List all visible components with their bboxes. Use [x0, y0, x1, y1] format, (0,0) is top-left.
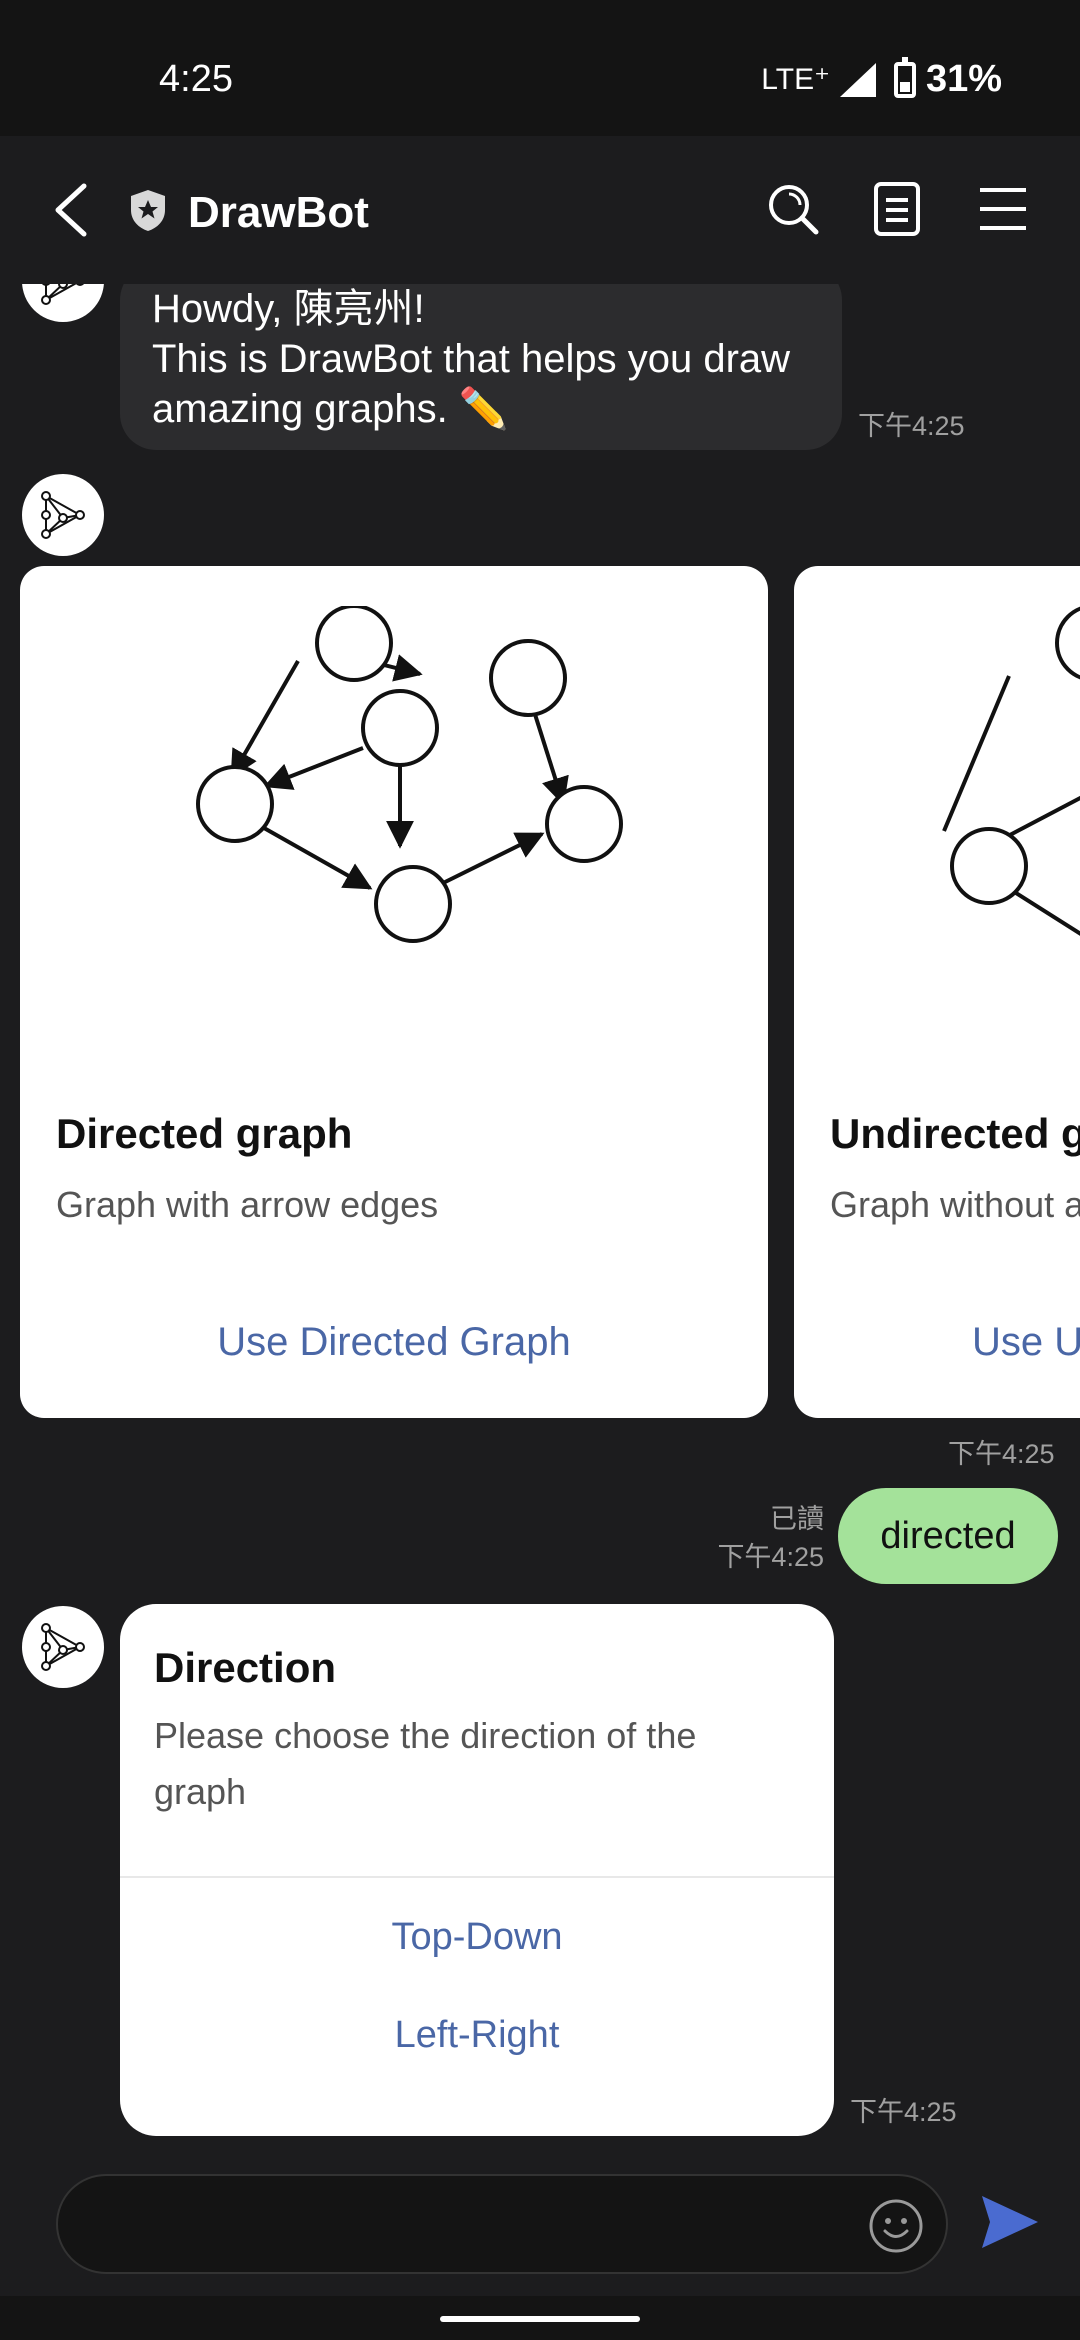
- chat-area[interactable]: Howdy, 陳亮州! This is DrawBot that helps y…: [0, 284, 1080, 2154]
- bot-avatar-icon: [41, 1623, 85, 1671]
- left-right-button[interactable]: Left-Right: [120, 2014, 834, 2057]
- read-label: 已讀: [770, 1504, 824, 1534]
- message-time: 下午4:25: [717, 1542, 824, 1572]
- notes-icon[interactable]: [868, 180, 926, 238]
- use-undirected-graph-button[interactable]: Use U: [972, 1320, 1080, 1365]
- card-title: Directed graph: [56, 1110, 353, 1157]
- carousel-card-directed[interactable]: Directed graph Graph with arrow edges Us…: [20, 566, 768, 1418]
- divider: [120, 1876, 834, 1878]
- bot-avatar[interactable]: [22, 284, 104, 322]
- search-icon[interactable]: [764, 180, 822, 238]
- use-directed-graph-button[interactable]: Use Directed Graph: [20, 1320, 768, 1365]
- status-time: 4:25: [159, 58, 233, 100]
- menu-icon[interactable]: [974, 180, 1032, 238]
- card-title: Undirected g: [830, 1110, 1080, 1157]
- home-indicator[interactable]: [440, 2316, 640, 2322]
- message-time: 下午4:25: [948, 1439, 1055, 1469]
- system-nav-bar: [0, 2296, 1080, 2340]
- send-icon[interactable]: [978, 2190, 1042, 2254]
- message-input-bar: [0, 2154, 1080, 2296]
- greeting-line: Howdy, 陳亮州!: [152, 287, 425, 331]
- network-label: LTE⁺: [761, 63, 830, 96]
- user-message-text: directed: [880, 1514, 1016, 1557]
- carousel-card-undirected[interactable]: Undirected g Graph without a Use U: [794, 566, 1080, 1418]
- back-icon[interactable]: [48, 182, 96, 238]
- bot-avatar-icon: [41, 284, 84, 305]
- direction-card: Direction Please choose the direction of…: [120, 1604, 834, 2136]
- status-indicators: LTE⁺ 31%: [761, 56, 1002, 101]
- battery-icon: [893, 56, 916, 98]
- greeting-line: amazing graphs. ✏️: [152, 387, 509, 431]
- bot-greeting-bubble: Howdy, 陳亮州! This is DrawBot that helps y…: [120, 284, 842, 450]
- card-subtitle: Graph with arrow edges: [56, 1184, 439, 1225]
- bot-avatar-icon: [41, 491, 85, 539]
- undirected-graph-illustration: [942, 606, 1080, 936]
- read-receipt: 已讀 下午4:25: [717, 1500, 824, 1576]
- top-down-button[interactable]: Top-Down: [120, 1916, 834, 1959]
- signal-icon: [839, 62, 876, 97]
- bot-avatar[interactable]: [22, 1606, 104, 1688]
- message-input[interactable]: [56, 2174, 948, 2274]
- directed-graph-illustration: [196, 606, 623, 943]
- emoji-icon[interactable]: [868, 2198, 924, 2254]
- greeting-line: This is DrawBot that helps you draw: [152, 337, 791, 381]
- card-subtitle: Graph without a: [830, 1184, 1080, 1225]
- message-time: 下午4:25: [858, 411, 965, 441]
- direction-subtitle: Please choose the direction of the graph: [154, 1715, 697, 1812]
- direction-title: Direction: [154, 1644, 337, 1691]
- user-message-bubble: directed: [838, 1488, 1058, 1584]
- chat-header: DrawBot: [0, 136, 1080, 284]
- battery-percent: 31%: [925, 58, 1002, 100]
- bot-avatar[interactable]: [22, 474, 104, 556]
- shield-icon: [131, 190, 165, 231]
- status-bar: 4:25 LTE⁺ 31%: [0, 0, 1080, 136]
- message-time: 下午4:25: [850, 2097, 957, 2127]
- chat-title: DrawBot: [188, 188, 369, 237]
